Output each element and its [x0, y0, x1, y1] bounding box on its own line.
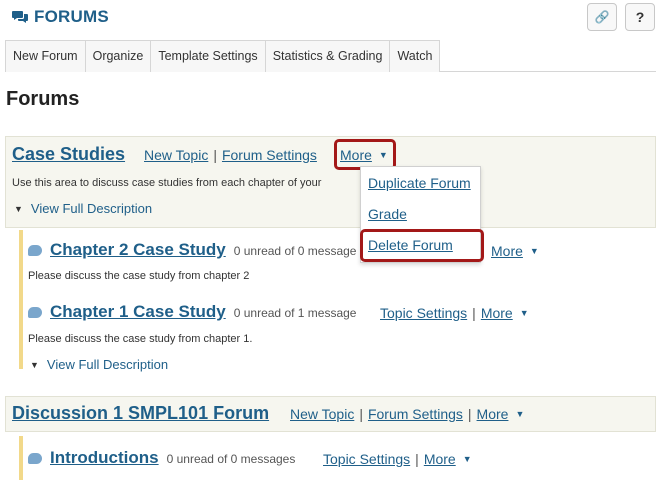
forum-more-menu-toggle[interactable]: More ▼ [340, 147, 388, 163]
unread-count: 0 unread of 1 message [233, 306, 357, 320]
more-link[interactable]: More [481, 305, 513, 321]
forum-settings-link[interactable]: Forum Settings [368, 406, 463, 422]
separator: | [359, 406, 363, 422]
page-title: Forums [6, 88, 80, 110]
speech-bubble-icon [28, 306, 42, 318]
delete-forum-highlight [360, 229, 484, 262]
separator: | [467, 406, 472, 422]
forum-settings-link[interactable]: Forum Settings [222, 147, 317, 163]
unread-count: 0 unread of 0 messages [166, 452, 296, 466]
topic-title[interactable]: Introductions [50, 448, 159, 468]
link-button[interactable]: 🔗 [587, 3, 617, 31]
more-link[interactable]: More [491, 243, 523, 259]
grade-item[interactable]: Grade [368, 206, 407, 222]
topic-row: Introductions 0 unread of 0 messages [28, 448, 295, 468]
caret-down-icon: ▼ [30, 359, 39, 370]
caret-down-icon: ▼ [378, 150, 388, 160]
separator: | [213, 147, 217, 163]
topic-title[interactable]: Chapter 2 Case Study [50, 240, 226, 260]
topic-indent-bar [19, 436, 23, 480]
tab-new-forum[interactable]: New Forum [5, 40, 86, 72]
forum-title-discussion-1[interactable]: Discussion 1 SMPL101 Forum [12, 403, 269, 424]
caret-down-icon: ▼ [462, 454, 472, 464]
help-icon: ? [635, 9, 645, 25]
caret-down-icon: ▼ [529, 246, 539, 256]
tab-statistics-grading[interactable]: Statistics & Grading [264, 40, 391, 72]
view-full-description-toggle[interactable]: ▼ View Full Description [30, 357, 168, 372]
topic-description: Please discuss the case study from chapt… [28, 270, 250, 282]
topic-description: Please discuss the case study from chapt… [28, 333, 253, 345]
topic-indent-bar [19, 230, 23, 369]
duplicate-forum-item[interactable]: Duplicate Forum [368, 175, 471, 191]
tab-template-settings[interactable]: Template Settings [150, 40, 266, 72]
separator: | [415, 451, 419, 467]
help-button[interactable]: ? [625, 3, 655, 31]
forum-actions-discussion-1: New Topic | Forum Settings | More ▼ [290, 406, 524, 422]
tool-title: FORUMS [12, 6, 109, 28]
forum-actions-case-studies: New Topic | Forum Settings [144, 147, 317, 163]
caret-down-icon: ▼ [14, 203, 23, 214]
topic-title[interactable]: Chapter 1 Case Study [50, 302, 226, 322]
topic-row: Chapter 1 Case Study 0 unread of 1 messa… [28, 302, 356, 322]
tool-tabs: New Forum Organize Template Settings Sta… [5, 40, 656, 72]
speech-bubble-icon [28, 244, 42, 256]
topic-more-toggle[interactable]: More ▼ [491, 243, 539, 259]
more-link[interactable]: More [424, 451, 456, 467]
topic-actions: Topic Settings | More ▼ [380, 305, 529, 321]
separator: | [472, 305, 476, 321]
caret-down-icon: ▼ [519, 308, 529, 318]
speech-bubble-icon [28, 452, 42, 464]
unread-count: 0 unread of 0 message [233, 244, 357, 258]
topic-settings-link[interactable]: Topic Settings [380, 305, 467, 321]
topic-row: Chapter 2 Case Study 0 unread of 0 messa… [28, 240, 356, 260]
tool-title-text: FORUMS [34, 7, 109, 26]
topic-settings-link[interactable]: Topic Settings [323, 451, 410, 467]
link-icon: 🔗 [594, 10, 610, 24]
new-topic-link[interactable]: New Topic [144, 147, 208, 163]
tab-organize[interactable]: Organize [84, 40, 152, 72]
view-full-description-label: View Full Description [46, 357, 169, 372]
more-link[interactable]: More [340, 147, 372, 163]
caret-down-icon: ▼ [515, 409, 525, 419]
new-topic-link[interactable]: New Topic [290, 406, 354, 422]
view-full-description-label: View Full Description [30, 201, 153, 216]
forum-description: Use this area to discuss case studies fr… [12, 177, 322, 189]
tab-watch[interactable]: Watch [389, 40, 441, 72]
forum-title-case-studies[interactable]: Case Studies [12, 144, 125, 165]
more-link[interactable]: More [477, 406, 509, 422]
view-full-description-toggle[interactable]: ▼ View Full Description [14, 201, 152, 216]
chat-bubbles-icon [12, 11, 28, 23]
topic-actions: Topic Settings | More ▼ [323, 451, 472, 467]
